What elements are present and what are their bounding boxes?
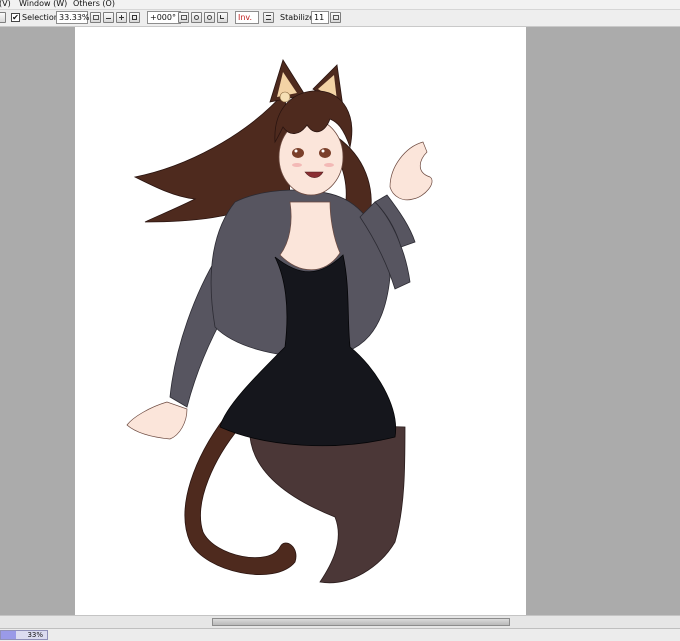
- rotation-dropdown-button[interactable]: [178, 12, 189, 23]
- menu-view[interactable]: (V): [0, 0, 11, 9]
- zoom-indicator-text: 33%: [27, 631, 43, 639]
- drawing-canvas[interactable]: [75, 27, 526, 615]
- zoom-fit-button[interactable]: [129, 12, 140, 23]
- stabilizer-field[interactable]: 11: [311, 11, 329, 24]
- selection-checkbox[interactable]: ✔: [11, 13, 20, 22]
- zoom-dropdown-button[interactable]: [90, 12, 101, 23]
- canvas-workspace[interactable]: [0, 27, 680, 615]
- horizontal-scrollbar[interactable]: [0, 615, 680, 628]
- selection-label: Selection: [22, 13, 59, 22]
- zoom-indicator: 33%: [0, 630, 48, 640]
- status-bar: 33%: [0, 628, 680, 641]
- rotation-field[interactable]: +000°: [147, 11, 181, 24]
- zoom-field[interactable]: 33.33%: [56, 11, 90, 24]
- left-hand: [126, 401, 188, 440]
- rotate-right-button[interactable]: [204, 12, 215, 23]
- eye-right: [319, 148, 331, 158]
- menu-window[interactable]: Window (W): [19, 0, 67, 9]
- zoom-out-button[interactable]: [103, 12, 114, 23]
- reset-rotation-button[interactable]: [217, 12, 228, 23]
- toolbar: ✔ Selection 33.33% +000° Inv. Stabilizer…: [0, 10, 680, 27]
- scrollbar-thumb[interactable]: [212, 618, 510, 626]
- cat-girl-illustration: [126, 59, 433, 584]
- eye-left: [292, 148, 304, 158]
- stabilizer-dropdown-button[interactable]: [330, 12, 341, 23]
- menu-others[interactable]: Others (O): [73, 0, 115, 9]
- menu-bar: (V) Window (W) Others (O): [0, 0, 680, 10]
- invert-button[interactable]: Inv.: [235, 11, 259, 24]
- zoom-in-button[interactable]: [116, 12, 127, 23]
- rotate-left-button[interactable]: [191, 12, 202, 23]
- hair-flower: [279, 91, 291, 103]
- partial-tool-button[interactable]: [0, 12, 6, 23]
- right-hand-peace: [389, 141, 433, 201]
- stabilizer-icon-button[interactable]: [263, 12, 274, 23]
